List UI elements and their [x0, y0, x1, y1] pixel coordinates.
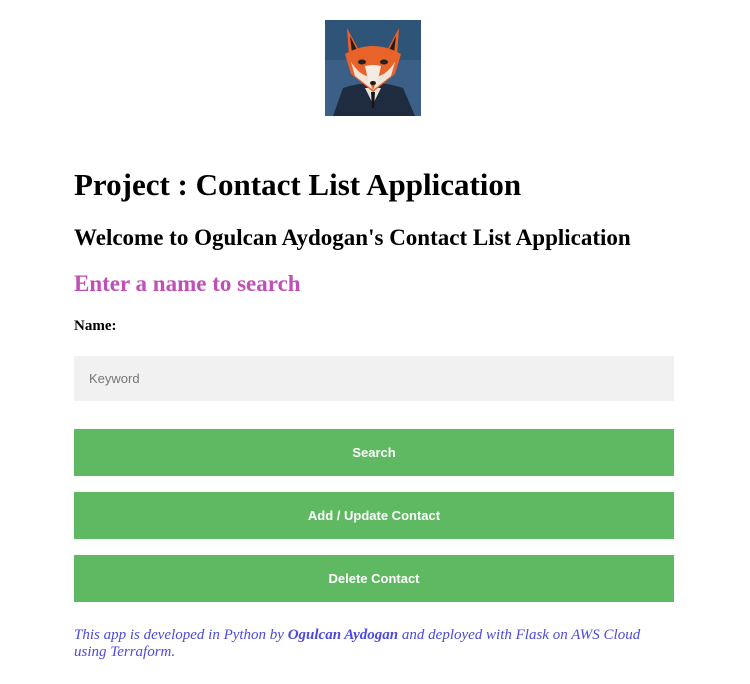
search-button[interactable]: Search [74, 429, 674, 476]
fox-portrait-image [325, 20, 421, 116]
avatar [325, 20, 421, 116]
search-heading: Enter a name to search [74, 271, 301, 296]
name-label: Name: [74, 318, 117, 334]
keyword-input[interactable] [74, 356, 674, 401]
page-title: Project : Contact List Application [74, 167, 522, 202]
footer-note: This app is developed in Python by Ogulc… [74, 627, 664, 661]
footer-text-before: This app is developed in Python by [74, 627, 288, 643]
delete-contact-button[interactable]: Delete Contact [74, 555, 674, 602]
add-update-contact-button[interactable]: Add / Update Contact [74, 492, 674, 539]
footer-author: Ogulcan Aydogan [287, 627, 399, 643]
welcome-heading: Welcome to Ogulcan Aydogan's Contact Lis… [74, 225, 631, 250]
